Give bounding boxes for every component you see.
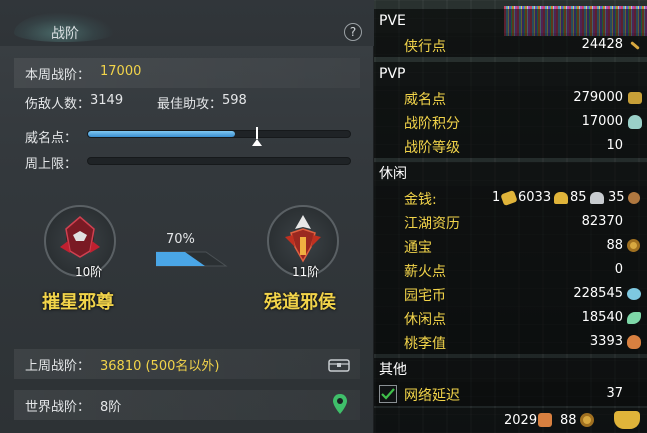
- world-rank-value: 8阶: [100, 400, 122, 415]
- pve-row-xiaxing: 侠行点 24428: [374, 33, 647, 57]
- xiaxing-label: 侠行点: [404, 39, 446, 55]
- next-rank-level: 11阶: [292, 265, 320, 279]
- rank-score-label: 战阶积分: [404, 116, 460, 132]
- money-label: 金钱:: [404, 192, 437, 208]
- prestige-mask-icon: [628, 92, 642, 104]
- leisure-points-label: 休闲点: [404, 312, 446, 328]
- leisure-row-experience: 江湖资历 82370: [374, 210, 647, 234]
- gold-coin-icon: [554, 192, 568, 204]
- assists-label: 最佳助攻：: [157, 97, 223, 112]
- help-button[interactable]: ?: [344, 23, 362, 41]
- next-rank-name: 残道邪侯: [264, 292, 336, 313]
- world-rank-label: 世界战阶：: [25, 400, 91, 415]
- pvp-row-prestige: 威名点 279000: [374, 86, 647, 110]
- taoli-label: 桃李值: [404, 336, 446, 352]
- leaf-icon: [627, 312, 641, 324]
- latency-value: 37: [606, 386, 623, 401]
- leisure-row-garden: 园宅币 228545: [374, 282, 647, 306]
- section-other-title: 其他: [374, 358, 647, 382]
- last-week-label: 上周战阶：: [25, 359, 91, 374]
- experience-label: 江湖资历: [404, 216, 460, 232]
- leisure-row-money: 金钱: 1 6033 85 35: [374, 186, 647, 210]
- current-rank-level: 10阶: [75, 265, 103, 279]
- footer-value-a: 2029: [504, 413, 538, 428]
- panel-header: 战阶 ?: [0, 0, 374, 46]
- prestige-points-label: 威名点: [404, 92, 446, 108]
- currency-panel: PVE 侠行点 24428 PVP 威名点 279000 战阶积分 17000 …: [374, 0, 647, 433]
- assists-value: 598: [222, 93, 247, 108]
- footer-scroll-icon: [538, 413, 552, 427]
- rank-shield-icon: [628, 115, 642, 129]
- panel-title: 战阶: [51, 26, 79, 42]
- silver-coin-icon: [590, 192, 604, 204]
- kills-value: 3149: [90, 93, 124, 108]
- weekly-rank-value: 17000: [100, 64, 142, 79]
- current-rank-name: 摧星邪尊: [42, 292, 114, 313]
- leisure-row-taoli: 桃李值 3393: [374, 330, 647, 354]
- footer-bar: 2029 88: [374, 408, 647, 433]
- money-gold-value: 1: [492, 190, 501, 205]
- money-b-value: 85: [570, 190, 587, 205]
- leisure-row-tongbao: 通宝 88: [374, 234, 647, 258]
- location-pin-icon[interactable]: [332, 393, 348, 415]
- leisure-row-leisure-points: 休闲点 18540: [374, 306, 647, 330]
- section-leisure-title: 休闲: [374, 162, 647, 186]
- section-pve-title: PVE: [374, 9, 647, 33]
- rank-level-value: 10: [606, 138, 623, 153]
- battle-rank-panel: 战阶 ? 本周战阶： 17000 伤敌人数： 3149 最佳助攻： 598 威名…: [0, 0, 374, 433]
- leisure-points-value: 18540: [581, 310, 623, 325]
- gold-ingot-icon: [500, 189, 518, 207]
- copper-coin-icon: [628, 192, 640, 204]
- rank-score-value: 17000: [581, 114, 623, 129]
- kills-label: 伤敌人数：: [25, 97, 91, 112]
- weekly-cap-bar: [87, 157, 351, 165]
- tongbao-label: 通宝: [404, 240, 432, 256]
- weekly-rank-label: 本周战阶：: [25, 68, 91, 83]
- rank-progress-text: 70%: [166, 232, 195, 247]
- peach-icon: [627, 335, 641, 349]
- footer-value-b: 88: [560, 413, 577, 428]
- last-week-value: 36810 (500名以外): [100, 359, 220, 374]
- prestige-marker-icon: [252, 127, 262, 146]
- latency-checkbox[interactable]: [379, 385, 397, 403]
- xinhuo-value: 0: [614, 262, 623, 277]
- xiaxing-value: 24428: [581, 37, 623, 52]
- section-pvp-title: PVP: [374, 62, 647, 86]
- money-a-value: 6033: [518, 190, 552, 205]
- prestige-bar: [87, 130, 351, 138]
- rank-level-label: 战阶等级: [404, 140, 460, 156]
- garden-coin-label: 园宅币: [404, 288, 446, 304]
- footer-coin-icon: [580, 413, 594, 427]
- prestige-label: 威名点：: [25, 131, 78, 146]
- rank-progress-arrow: [156, 251, 228, 267]
- money-c-value: 35: [608, 190, 625, 205]
- tongbao-value: 88: [606, 238, 623, 253]
- other-row-latency: 网络延迟 37: [374, 382, 647, 406]
- leisure-row-xinhuo: 薪火点 0: [374, 258, 647, 282]
- pvp-row-rank-level: 战阶等级 10: [374, 134, 647, 158]
- chest-icon[interactable]: [328, 356, 350, 372]
- garden-coin-value: 228545: [573, 286, 623, 301]
- garden-coin-icon: [627, 288, 641, 300]
- xinhuo-label: 薪火点: [404, 264, 446, 280]
- sword-icon: [630, 41, 640, 50]
- gold-pile-icon[interactable]: [614, 411, 640, 429]
- prestige-points-value: 279000: [573, 90, 623, 105]
- experience-value: 82370: [581, 214, 623, 229]
- weekly-cap-label: 周上限：: [25, 157, 78, 172]
- taoli-value: 3393: [589, 334, 623, 349]
- latency-label: 网络延迟: [404, 388, 460, 404]
- tongbao-coin-icon: [627, 239, 640, 252]
- prestige-bar-fill: [88, 131, 235, 137]
- pvp-row-rank-score: 战阶积分 17000: [374, 110, 647, 134]
